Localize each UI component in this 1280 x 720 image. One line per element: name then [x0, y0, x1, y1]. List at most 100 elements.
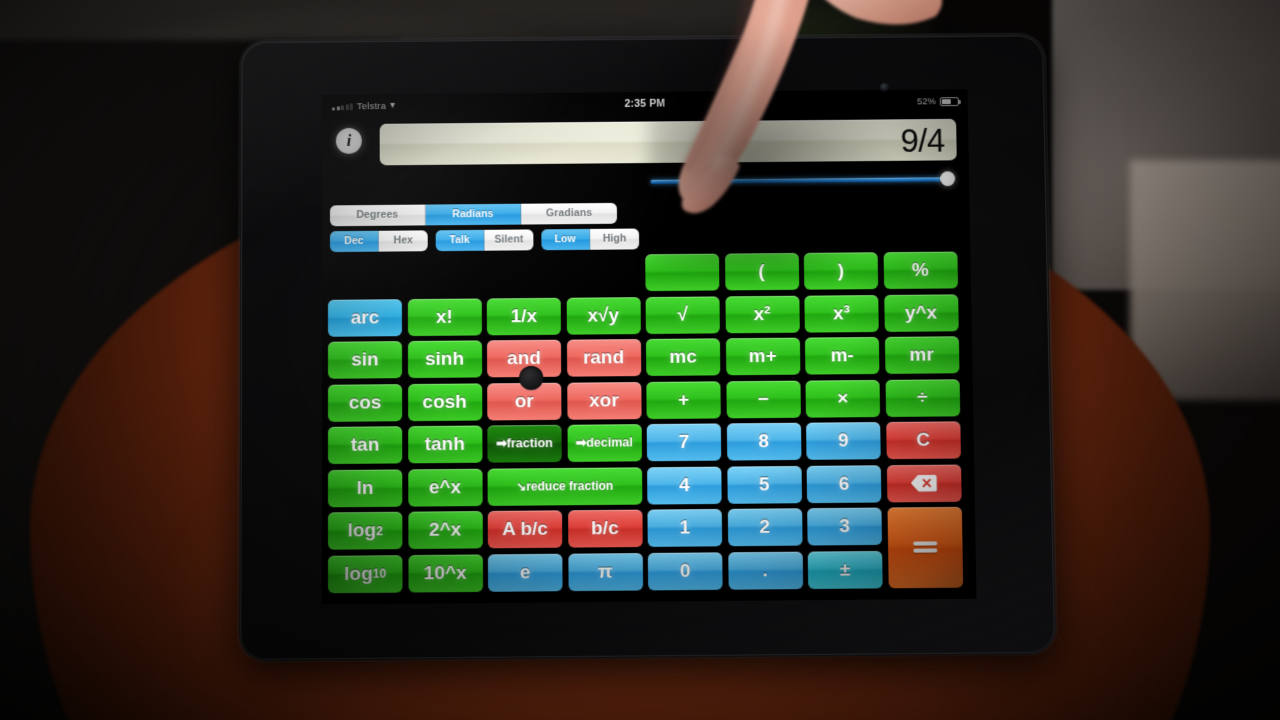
segment-silent[interactable]: Silent: [484, 229, 534, 251]
value-slider[interactable]: [650, 171, 956, 189]
key-to-fraction[interactable]: ➡fraction: [487, 424, 562, 463]
key-close-paren[interactable]: ): [803, 252, 879, 290]
key-label: 3: [839, 515, 851, 538]
key-0[interactable]: 0: [647, 551, 723, 590]
key-label: log: [344, 563, 373, 585]
key-ln[interactable]: ln: [327, 468, 403, 507]
key-sin[interactable]: sin: [327, 341, 403, 379]
key-reduce-fraction[interactable]: ↘reduce fraction: [487, 466, 642, 506]
key-5[interactable]: 5: [726, 465, 802, 504]
key-label: and: [507, 347, 542, 370]
key-label: m-: [830, 345, 854, 367]
key-plus[interactable]: +: [646, 380, 721, 419]
key-pi[interactable]: π: [567, 552, 643, 591]
key-memory-add[interactable]: m+: [725, 337, 800, 376]
segment-hex[interactable]: Hex: [378, 230, 428, 252]
segment-talk[interactable]: Talk: [435, 229, 485, 252]
key-xor[interactable]: xor: [566, 381, 642, 420]
secondary-segmented-controls[interactable]: Dec Hex Talk Silent Low High: [329, 228, 640, 253]
key-6[interactable]: 6: [806, 464, 882, 503]
key-1[interactable]: 1: [647, 508, 723, 547]
key-sinh[interactable]: sinh: [407, 340, 482, 379]
segment-degrees[interactable]: Degrees: [329, 204, 426, 227]
key-cos[interactable]: cos: [327, 383, 403, 422]
key-label: ln: [356, 477, 374, 499]
key-label: x³: [832, 302, 851, 324]
key-power[interactable]: y^x: [883, 293, 959, 332]
key-9[interactable]: 9: [806, 422, 881, 460]
segment-radians[interactable]: Radians: [425, 203, 522, 226]
key-label: %: [911, 259, 929, 281]
key-2[interactable]: 2: [727, 508, 803, 547]
segment-low[interactable]: Low: [541, 228, 591, 251]
info-button[interactable]: i: [335, 127, 362, 154]
key-tan[interactable]: tan: [327, 426, 403, 465]
key-clear[interactable]: C: [885, 421, 961, 460]
key-minus[interactable]: −: [725, 380, 801, 418]
angle-mode-group[interactable]: Degrees Radians Gradians: [329, 202, 618, 227]
key-open-paren[interactable]: (: [724, 252, 799, 291]
key-sign-toggle[interactable]: ±: [807, 550, 883, 589]
key-2-power-x[interactable]: 2^x: [407, 511, 483, 550]
key-label: mc: [669, 346, 697, 368]
key-memory-subtract[interactable]: m-: [804, 336, 880, 375]
backspace-icon: [911, 474, 937, 491]
key-arc[interactable]: arc: [327, 298, 402, 337]
base-mode-group[interactable]: Dec Hex: [329, 230, 428, 253]
key-rand[interactable]: rand: [566, 339, 641, 377]
key-4[interactable]: 4: [647, 466, 722, 505]
segment-dec[interactable]: Dec: [329, 230, 379, 253]
key-equals[interactable]: [886, 506, 963, 588]
precision-mode-group[interactable]: Low High: [541, 228, 640, 251]
key-label: 5: [758, 473, 770, 496]
key-square-root[interactable]: √: [645, 295, 720, 334]
segment-gradians[interactable]: Gradians: [521, 202, 618, 225]
key-percent[interactable]: %: [883, 251, 958, 290]
key-cube[interactable]: x³: [804, 294, 879, 333]
angle-mode-segmented-control[interactable]: Degrees Radians Gradians: [329, 202, 618, 227]
key-log2[interactable]: log 2: [327, 511, 403, 550]
calculator-display[interactable]: 9/4: [379, 118, 957, 166]
key-label: arc: [350, 306, 380, 329]
ipad-screen: Telstra ▾ 2:35 PM 52% i 9/4 Degrees Radi…: [321, 89, 977, 605]
key-divide[interactable]: ÷: [885, 378, 960, 417]
key-reciprocal[interactable]: 1/x: [486, 297, 561, 335]
key-label: cosh: [422, 391, 467, 413]
key-label: 1/x: [510, 305, 538, 327]
key-memory-recall[interactable]: mr: [884, 336, 960, 374]
key-multiply[interactable]: ×: [805, 379, 881, 418]
key-cosh[interactable]: cosh: [407, 382, 482, 421]
slider-knob[interactable]: [940, 171, 956, 187]
key-log10[interactable]: log 10: [327, 554, 403, 593]
equals-icon: [912, 539, 937, 556]
key-label: C: [916, 429, 931, 451]
key-label: 8: [758, 431, 770, 453]
key-10-power-x[interactable]: 10^x: [407, 553, 483, 593]
key-to-decimal[interactable]: ➡decimal: [567, 424, 642, 462]
key-hidden-obscured[interactable]: [645, 253, 720, 292]
key-square[interactable]: x²: [724, 295, 800, 333]
speech-mode-group[interactable]: Talk Silent: [435, 229, 534, 252]
key-tanh[interactable]: tanh: [407, 425, 482, 464]
key-nth-root[interactable]: x√y: [566, 296, 641, 335]
key-euler[interactable]: e: [487, 553, 563, 592]
key-7[interactable]: 7: [646, 423, 722, 462]
key-label: b/c: [591, 517, 619, 540]
key-memory-clear[interactable]: mc: [645, 338, 721, 376]
status-bar-right: 52%: [917, 96, 959, 107]
key-label: ±: [839, 558, 851, 581]
key-label: 2^x: [428, 519, 462, 541]
key-mixed-fraction[interactable]: A b/c: [487, 510, 563, 549]
key-fraction[interactable]: b/c: [567, 509, 643, 548]
key-3[interactable]: 3: [807, 507, 883, 546]
front-camera-icon: [880, 82, 890, 92]
home-button[interactable]: [519, 365, 544, 391]
key-label: √: [677, 304, 689, 326]
key-backspace[interactable]: [886, 464, 962, 502]
key-factorial[interactable]: x!: [407, 298, 482, 336]
key-exp[interactable]: e^x: [407, 468, 483, 507]
key-decimal-point[interactable]: .: [727, 551, 803, 590]
key-8[interactable]: 8: [726, 422, 801, 461]
segment-high[interactable]: High: [590, 228, 640, 250]
calculator-keypad[interactable]: ()% arc x! 1/x x√y √ x² x³ y^x sin sinh and rand mc m+…: [327, 251, 970, 599]
